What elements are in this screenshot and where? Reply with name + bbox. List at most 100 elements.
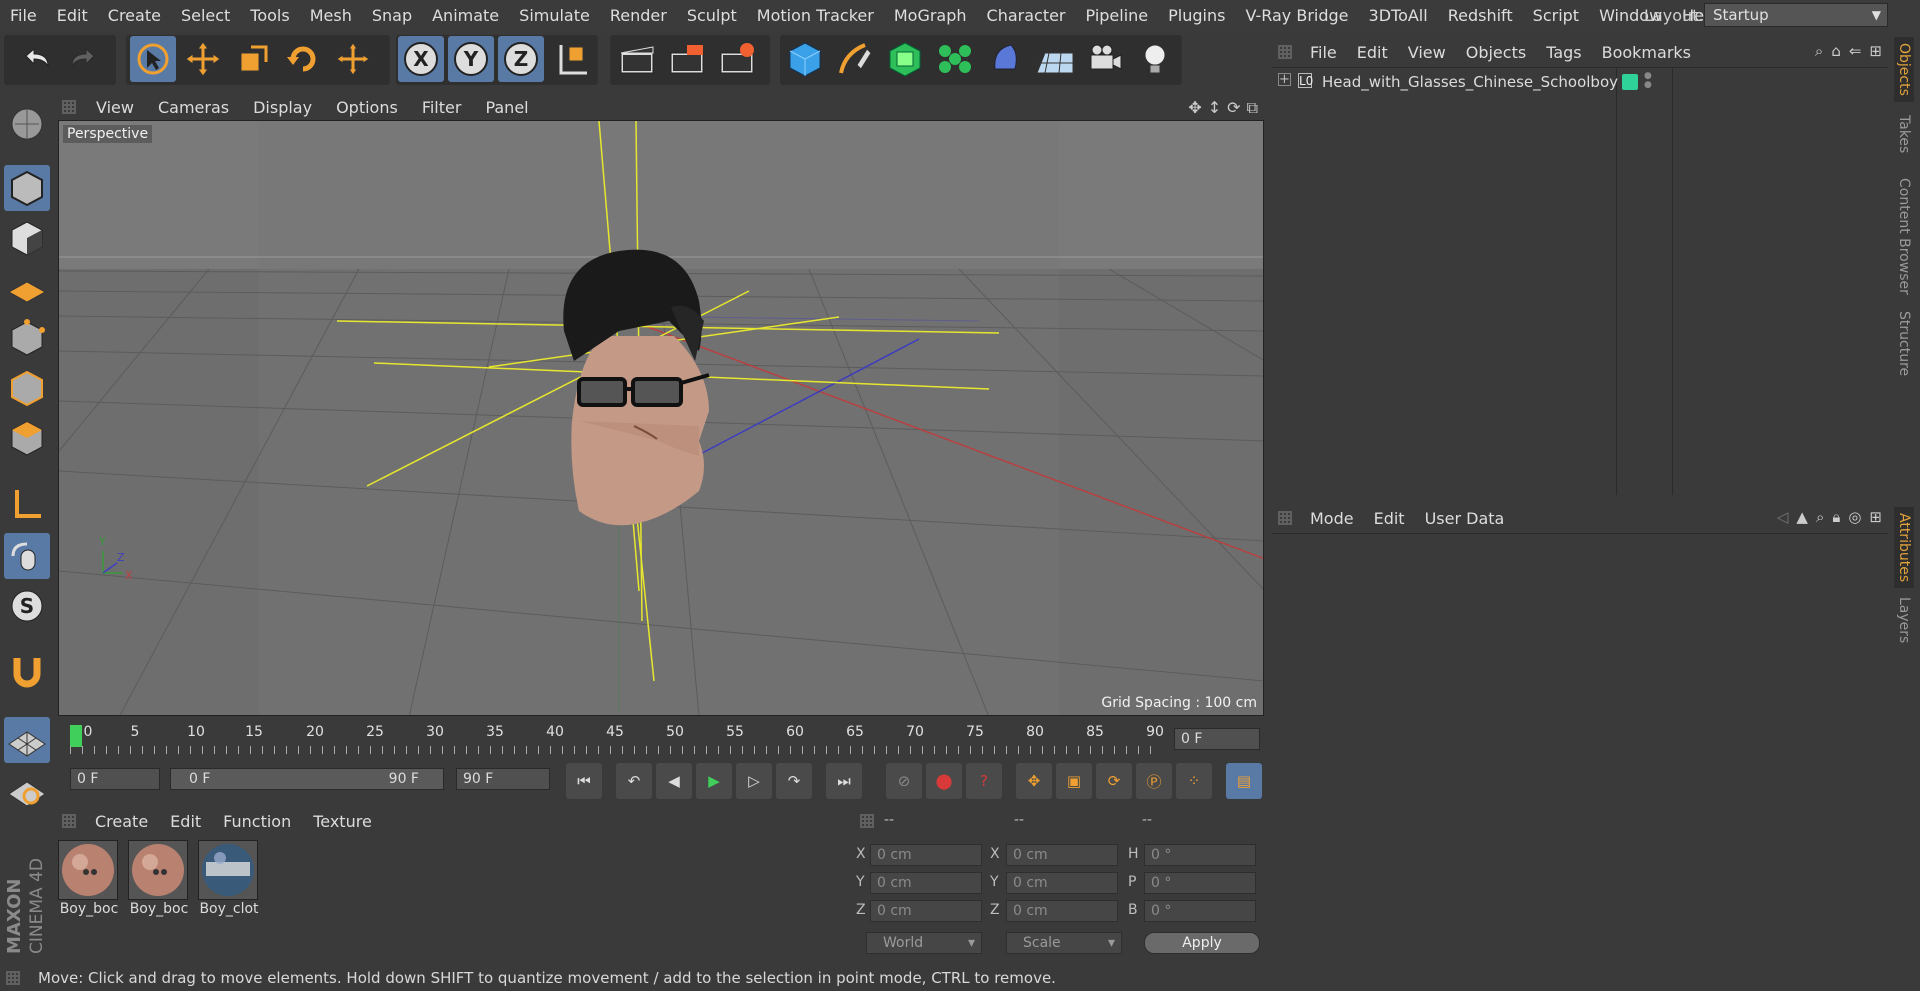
render-settings-icon[interactable]	[714, 36, 760, 82]
lock-icon[interactable]: 🔒︎	[1832, 508, 1840, 526]
target-icon[interactable]: ◎	[1848, 508, 1861, 526]
size-y-field[interactable]: 0 cm	[1006, 872, 1118, 894]
menu-snap[interactable]: Snap	[362, 6, 422, 25]
panel-grip-icon[interactable]	[62, 100, 76, 114]
camera-icon[interactable]	[1082, 36, 1128, 82]
perspective-viewport[interactable]: Y XZ Perspective Grid Spacing : 100 cm	[58, 120, 1264, 716]
tab-attributes[interactable]: Attributes	[1894, 507, 1914, 589]
tab-content-browser[interactable]: Content Browser	[1894, 172, 1914, 301]
tab-takes[interactable]: Takes	[1894, 109, 1914, 159]
playhead-marker[interactable]	[70, 725, 82, 747]
solo-mode-icon[interactable]: S	[4, 583, 50, 629]
menu-sculpt[interactable]: Sculpt	[677, 6, 747, 25]
move-view-icon[interactable]: ✥	[1188, 98, 1201, 118]
pos-y-field[interactable]: 0 cm	[870, 872, 982, 894]
menu-3dtoall[interactable]: 3DToAll	[1359, 6, 1438, 25]
frame-range-slider[interactable]: 0 F 90 F	[170, 768, 444, 790]
previous-frame-icon[interactable]: ◀	[656, 763, 692, 799]
rot-b-field[interactable]: 0 °	[1144, 900, 1256, 922]
key-point-level-icon[interactable]: ⁘	[1176, 763, 1212, 799]
snap-magnet-icon[interactable]	[4, 647, 50, 693]
menu-select[interactable]: Select	[171, 6, 240, 25]
expand-icon[interactable]: +	[1278, 73, 1291, 86]
menu-mesh[interactable]: Mesh	[300, 6, 362, 25]
object-name[interactable]: Head_with_Glasses_Chinese_Schoolboy	[1322, 73, 1618, 91]
transform-tool-icon[interactable]	[330, 36, 376, 82]
autokeying-icon[interactable]: ?	[966, 763, 1002, 799]
cube-primitive-icon[interactable]	[782, 36, 828, 82]
visibility-dots-icon[interactable]: ● ●	[1644, 72, 1652, 90]
object-menu-bookmarks[interactable]: Bookmarks	[1592, 43, 1701, 62]
new-panel-icon[interactable]: ⊞	[1869, 42, 1882, 60]
axis-mode-icon[interactable]	[4, 481, 50, 527]
start-frame-field[interactable]: 0 F	[70, 768, 160, 790]
material-menu-function[interactable]: Function	[212, 812, 302, 831]
menu-simulate[interactable]: Simulate	[509, 6, 600, 25]
menu-script[interactable]: Script	[1523, 6, 1589, 25]
material-item[interactable]: Boy_boc	[58, 840, 120, 917]
menu-mograph[interactable]: MoGraph	[884, 6, 977, 25]
current-frame-field[interactable]: 0 F	[1174, 728, 1260, 750]
workplane-lock-icon[interactable]	[4, 717, 50, 763]
attribute-menu-mode[interactable]: Mode	[1300, 509, 1364, 528]
menu-render[interactable]: Render	[600, 6, 677, 25]
tab-structure[interactable]: Structure	[1894, 305, 1914, 382]
viewport-menu-options[interactable]: Options	[324, 98, 410, 117]
texture-mode-icon[interactable]	[4, 215, 50, 261]
pos-x-field[interactable]: 0 cm	[870, 844, 982, 866]
menu-plugins[interactable]: Plugins	[1158, 6, 1235, 25]
layer-color-swatch[interactable]	[1622, 74, 1638, 90]
key-rotation-icon[interactable]: ⟳	[1096, 763, 1132, 799]
menu-tools[interactable]: Tools	[240, 6, 299, 25]
scale-tool-icon[interactable]	[230, 36, 276, 82]
panel-grip-icon[interactable]	[62, 814, 76, 828]
coordinate-system-icon[interactable]	[550, 36, 596, 82]
panel-grip-icon[interactable]	[860, 814, 874, 828]
make-editable-icon[interactable]	[4, 101, 50, 147]
render-view-icon[interactable]	[614, 36, 660, 82]
planar-workplane-icon[interactable]	[4, 767, 50, 813]
object-menu-file[interactable]: File	[1300, 43, 1347, 62]
floor-icon[interactable]	[1032, 36, 1078, 82]
polygons-mode-icon[interactable]	[4, 415, 50, 461]
timeline-window-icon[interactable]: ▤	[1226, 763, 1262, 799]
object-menu-edit[interactable]: Edit	[1347, 43, 1398, 62]
layout-select[interactable]: Startup ▼	[1704, 3, 1888, 27]
menu-redshift[interactable]: Redshift	[1438, 6, 1523, 25]
viewport-menu-panel[interactable]: Panel	[473, 98, 540, 117]
rotate-view-icon[interactable]: ⟳	[1227, 98, 1240, 118]
key-position-icon[interactable]: ✥	[1016, 763, 1052, 799]
apply-button[interactable]: Apply	[1144, 932, 1260, 954]
z-axis-lock-icon[interactable]: Z	[498, 36, 544, 82]
new-panel-icon[interactable]: ⊞	[1869, 508, 1882, 526]
workplane-mode-icon[interactable]	[4, 265, 50, 311]
viewport-menu-cameras[interactable]: Cameras	[146, 98, 241, 117]
y-axis-lock-icon[interactable]: Y	[448, 36, 494, 82]
record-disabled-icon[interactable]: ⊘	[886, 763, 922, 799]
material-menu-texture[interactable]: Texture	[302, 812, 383, 831]
object-menu-tags[interactable]: Tags	[1536, 43, 1591, 62]
live-selection-icon[interactable]	[130, 36, 176, 82]
menu-create[interactable]: Create	[98, 6, 171, 25]
search-icon[interactable]: ⌕	[1816, 508, 1824, 526]
material-item[interactable]: Boy_clot	[198, 840, 260, 917]
size-z-field[interactable]: 0 cm	[1006, 900, 1118, 922]
menu-motion-tracker[interactable]: Motion Tracker	[747, 6, 884, 25]
edges-mode-icon[interactable]	[4, 365, 50, 411]
attribute-menu-user-data[interactable]: User Data	[1415, 509, 1515, 528]
attribute-menu-edit[interactable]: Edit	[1364, 509, 1415, 528]
cloner-icon[interactable]	[932, 36, 978, 82]
record-active-keys-icon[interactable]: ⬤	[926, 763, 962, 799]
menu-vray-bridge[interactable]: V-Ray Bridge	[1235, 6, 1358, 25]
menu-pipeline[interactable]: Pipeline	[1076, 6, 1159, 25]
menu-character[interactable]: Character	[977, 6, 1076, 25]
viewport-menu-filter[interactable]: Filter	[410, 98, 474, 117]
tab-objects[interactable]: Objects	[1894, 37, 1914, 102]
timeline-ruler[interactable]: 0 5 10 15 20 25 30 35 40 45 50 55 60 65 …	[56, 722, 1266, 758]
subdivision-surface-icon[interactable]	[882, 36, 928, 82]
next-frame-icon[interactable]: ▷	[736, 763, 772, 799]
key-scale-icon[interactable]: ▣	[1056, 763, 1092, 799]
viewport-menu-display[interactable]: Display	[241, 98, 324, 117]
rotate-tool-icon[interactable]	[280, 36, 326, 82]
move-tool-icon[interactable]	[180, 36, 226, 82]
